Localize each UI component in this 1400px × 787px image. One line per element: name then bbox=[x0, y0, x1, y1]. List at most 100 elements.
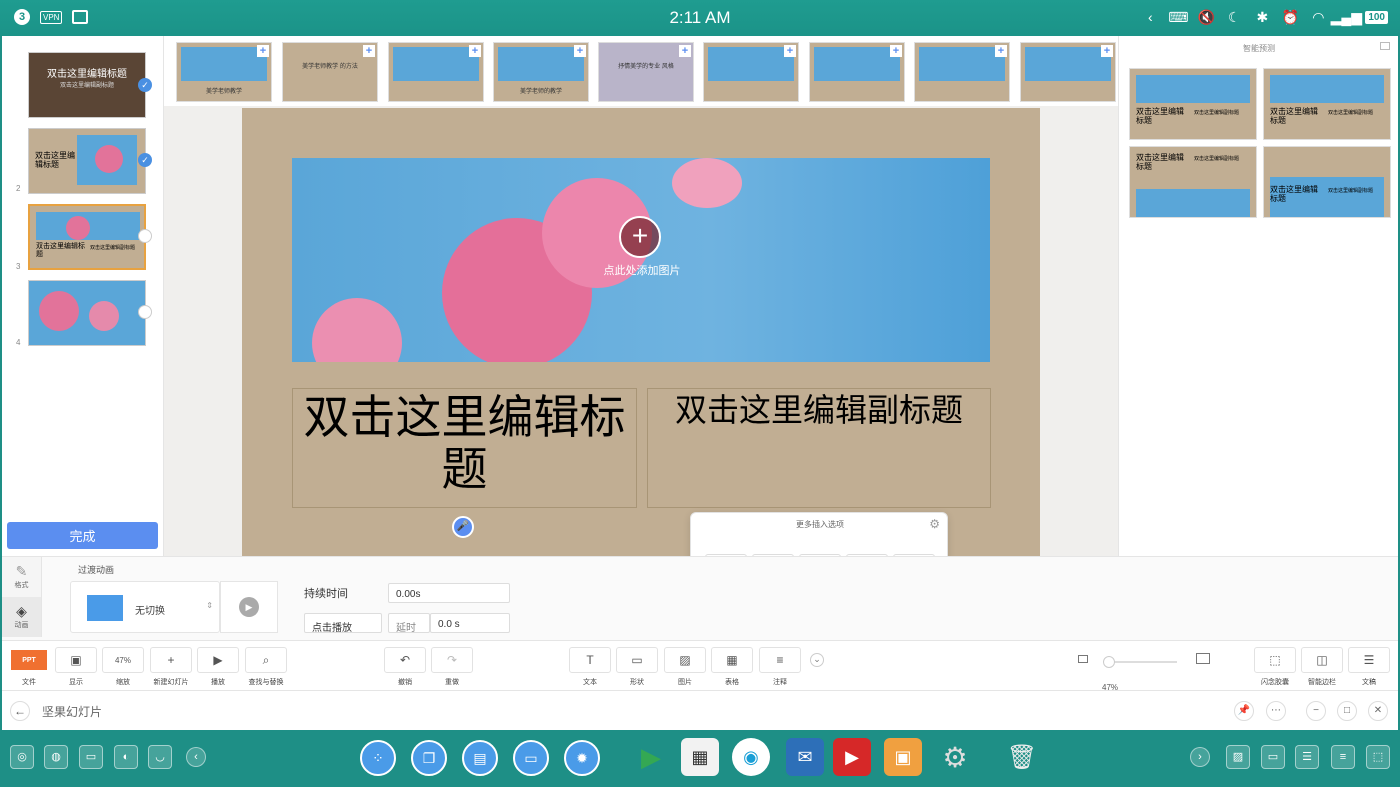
back-button[interactable]: ← bbox=[10, 701, 30, 721]
redo-button[interactable]: ↷ 重做 bbox=[431, 647, 473, 687]
gallery-icon[interactable]: ▨ bbox=[1226, 745, 1250, 769]
zoom-slider-knob[interactable] bbox=[1103, 656, 1115, 668]
suggested-layout[interactable]: 双击这里编辑标题 双击这里编辑副标题 bbox=[1263, 68, 1391, 140]
trash-icon[interactable]: 🗑 bbox=[1003, 738, 1041, 776]
find-replace-button[interactable]: ⌕ 查找与替换 bbox=[245, 647, 287, 687]
display-icon[interactable]: ▭ bbox=[513, 740, 549, 776]
list-icon[interactable]: ≡ bbox=[1331, 745, 1355, 769]
slide-thumbnail[interactable]: 双击这里编辑标题 双击这里编辑副标题 bbox=[28, 52, 146, 118]
play-button[interactable]: ▶ 播放 bbox=[197, 647, 239, 687]
add-layout-icon[interactable]: + bbox=[469, 45, 481, 57]
done-button[interactable]: 完成 bbox=[7, 522, 158, 549]
screen-icon[interactable]: ▭ bbox=[79, 745, 103, 769]
add-layout-icon[interactable]: + bbox=[257, 45, 269, 57]
layout-thumbnail[interactable]: 美学老师的教学 + bbox=[493, 42, 589, 102]
slide-thumbnail[interactable] bbox=[28, 280, 146, 346]
zoom-in-icon[interactable] bbox=[1196, 653, 1210, 664]
add-layout-icon[interactable]: + bbox=[1101, 45, 1113, 57]
chevron-left-icon[interactable]: ‹ bbox=[186, 747, 206, 767]
calendar-app-icon[interactable]: ▦ bbox=[681, 738, 719, 776]
duration-field[interactable]: 0.00s bbox=[388, 583, 510, 603]
suggested-layout[interactable]: 双击这里编辑标题 双击这里编辑副标题 bbox=[1129, 146, 1257, 218]
display-button[interactable]: ▣ 显示 bbox=[55, 647, 97, 687]
toggle-icon[interactable]: ◐ bbox=[114, 745, 138, 769]
layout-thumbnail[interactable]: 美学老师教学 的方法 + bbox=[282, 42, 378, 102]
play-store-icon[interactable]: ▶ bbox=[632, 738, 670, 776]
zoom-slider-track[interactable] bbox=[1107, 661, 1177, 663]
folder-icon[interactable]: ▭ bbox=[1261, 745, 1285, 769]
slide-image-placeholder[interactable]: + 点此处添加图片 bbox=[292, 158, 990, 362]
slide-thumbnail[interactable]: 双击这里编辑标题 bbox=[28, 128, 146, 194]
slide-thumbnail-selected[interactable]: 双击这里编辑标题 双击这里编辑副标题 bbox=[28, 204, 146, 270]
unchecked-circle-icon[interactable] bbox=[138, 305, 152, 319]
suggested-layout[interactable]: 双击这里编辑标题 双击这里编辑副标题 bbox=[1129, 68, 1257, 140]
more-icon[interactable]: ⋯ bbox=[1266, 701, 1286, 721]
zoom-button[interactable]: 47% 缩放 bbox=[102, 647, 144, 687]
flash-capsule-button[interactable]: ⬚ 闪念胶囊 bbox=[1254, 647, 1296, 687]
checkmark-icon[interactable]: ✓ bbox=[138, 78, 152, 92]
window-switch-icon[interactable]: ❐ bbox=[411, 740, 447, 776]
browser-app-icon[interactable]: ◉ bbox=[732, 738, 770, 776]
trigger-select[interactable]: 点击播放 bbox=[304, 613, 382, 634]
checkmark-icon[interactable]: ✓ bbox=[138, 153, 152, 167]
subtitle-textbox[interactable]: 双击这里编辑副标题 bbox=[647, 388, 991, 508]
zoom-out-icon[interactable] bbox=[1078, 655, 1088, 663]
note-button[interactable]: ≡ 注释 bbox=[759, 647, 801, 687]
minimize-button[interactable]: − bbox=[1306, 701, 1326, 721]
add-layout-icon[interactable]: + bbox=[995, 45, 1007, 57]
preview-play-button[interactable]: ▶ bbox=[220, 581, 278, 633]
system-settings-icon[interactable]: ⚙ bbox=[936, 738, 974, 776]
more-tools-chevron-icon[interactable]: ⌄ bbox=[810, 653, 824, 667]
suggested-title: 双击这里编辑标题 bbox=[1136, 107, 1184, 125]
layout-thumbnail[interactable]: 美学老师教学 + bbox=[176, 42, 272, 102]
add-layout-icon[interactable]: + bbox=[784, 45, 796, 57]
globe-icon[interactable]: ◍ bbox=[44, 745, 68, 769]
new-slide-button[interactable]: + 新建幻灯片 bbox=[150, 647, 192, 687]
pin-icon[interactable]: 📌 bbox=[1234, 701, 1254, 721]
unchecked-circle-icon[interactable] bbox=[138, 229, 152, 243]
file-button[interactable]: PPT 文件 bbox=[8, 647, 50, 687]
mail-app-icon[interactable]: ✉ bbox=[786, 738, 824, 776]
slide-editor[interactable]: + 点此处添加图片 双击这里编辑标题 双击这里编辑副标题 🎤 bbox=[242, 108, 1040, 556]
chevron-right-icon[interactable]: › bbox=[1190, 747, 1210, 767]
slides-app-icon[interactable]: ▣ bbox=[884, 738, 922, 776]
tab-animation[interactable]: ◈ 动画 bbox=[2, 597, 42, 637]
add-layout-icon[interactable]: + bbox=[679, 45, 691, 57]
image-icon[interactable] bbox=[1380, 42, 1390, 50]
delay-field[interactable]: 0.0 s bbox=[430, 613, 510, 633]
layout-thumbnail[interactable]: + bbox=[388, 42, 484, 102]
text-button[interactable]: T 文本 bbox=[569, 647, 611, 687]
undo-button[interactable]: ↶ 撤销 bbox=[384, 647, 426, 687]
image-button[interactable]: ▨ 图片 bbox=[664, 647, 706, 687]
keyboard-mode-icon[interactable]: ▤ bbox=[462, 740, 498, 776]
fullscreen-icon[interactable]: ⬚ bbox=[1366, 745, 1390, 769]
layout-thumbnail[interactable]: + bbox=[703, 42, 799, 102]
app-grid-icon[interactable]: ⁘ bbox=[360, 740, 396, 776]
close-button[interactable]: ✕ bbox=[1368, 701, 1388, 721]
shape-button[interactable]: ▭ 形状 bbox=[616, 647, 658, 687]
video-app-icon[interactable]: ▶ bbox=[833, 738, 871, 776]
title-textbox[interactable]: 双击这里编辑标题 bbox=[292, 388, 637, 508]
gear-icon[interactable]: ⚙ bbox=[929, 517, 940, 531]
settings-circle-icon[interactable]: ◎ bbox=[10, 745, 34, 769]
suggested-layout[interactable]: 双击这里编辑标题 双击这里编辑副标题 bbox=[1263, 146, 1391, 218]
tab-format[interactable]: ✎ 格式 bbox=[2, 557, 42, 597]
maximize-button[interactable]: □ bbox=[1337, 701, 1357, 721]
layout-thumbnail[interactable]: + bbox=[809, 42, 905, 102]
cup-icon[interactable]: ◡ bbox=[148, 745, 172, 769]
layout-thumbnail[interactable]: + bbox=[1020, 42, 1116, 102]
microphone-button[interactable]: 🎤 bbox=[452, 516, 474, 538]
add-image-button[interactable]: + bbox=[619, 216, 661, 258]
smart-sidebar-button[interactable]: ◫ 智能边栏 bbox=[1301, 647, 1343, 687]
layout-thumbnail[interactable]: + bbox=[914, 42, 1010, 102]
transition-select[interactable]: 无切换 ⇕ bbox=[70, 581, 220, 633]
layout-thumbnail[interactable]: 抒情美学的专业 风格 + bbox=[598, 42, 694, 102]
add-layout-icon[interactable]: + bbox=[574, 45, 586, 57]
table-button[interactable]: ▦ 表格 bbox=[711, 647, 753, 687]
notes-icon[interactable]: ☰ bbox=[1295, 745, 1319, 769]
add-layout-icon[interactable]: + bbox=[890, 45, 902, 57]
document-button[interactable]: ☰ 文稿 bbox=[1348, 647, 1390, 687]
add-layout-icon[interactable]: + bbox=[363, 45, 375, 57]
chevron-left-icon[interactable]: ‹ bbox=[1141, 9, 1159, 25]
brightness-icon[interactable]: ✹ bbox=[564, 740, 600, 776]
